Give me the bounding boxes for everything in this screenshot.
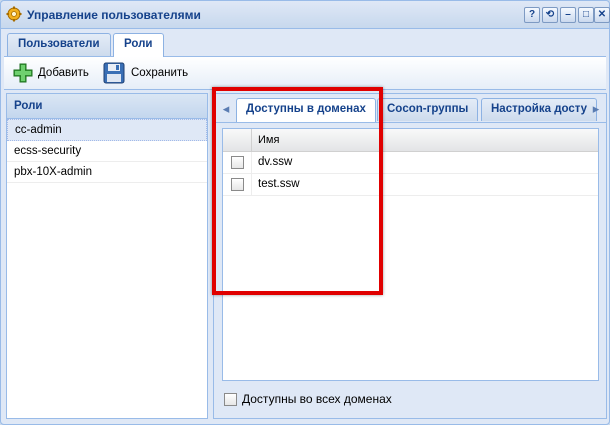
- tab-roles[interactable]: Роли: [113, 33, 164, 57]
- add-button-label: Добавить: [38, 67, 89, 79]
- floppy-disk-icon: [103, 62, 125, 84]
- column-header-name[interactable]: Имя: [258, 134, 279, 146]
- tab-scroll-left-icon[interactable]: ◂: [218, 98, 234, 120]
- role-details-panel: ◂ Доступны в доменах Cocon-группы Настро…: [213, 93, 607, 419]
- role-list-item[interactable]: cc-admin: [7, 119, 207, 141]
- window-titlebar[interactable]: Управление пользователями ? ⟲ – □ ✕: [1, 1, 610, 29]
- role-list-item[interactable]: pbx-10X-admin: [7, 162, 207, 183]
- tab-access-settings[interactable]: Настройка досту: [481, 98, 598, 121]
- role-list-item[interactable]: ecss-security: [7, 141, 207, 162]
- table-row[interactable]: test.ssw: [223, 174, 598, 196]
- domain-name-cell: dv.ssw: [258, 156, 293, 168]
- add-icon: [12, 62, 34, 84]
- table-row[interactable]: dv.ssw: [223, 152, 598, 174]
- toolbar: Добавить Сохранить: [4, 57, 606, 90]
- role-details-tab-strip: ◂ Доступны в доменах Cocon-группы Настро…: [214, 94, 606, 123]
- save-button[interactable]: Сохранить: [101, 62, 193, 84]
- grid-header: Имя: [223, 129, 598, 152]
- domain-name-cell: test.ssw: [258, 178, 300, 190]
- window-title: Управление пользователями: [27, 8, 201, 22]
- close-icon[interactable]: ✕: [594, 7, 610, 23]
- row-checkbox[interactable]: [231, 156, 244, 169]
- maximize-icon[interactable]: □: [578, 7, 594, 23]
- minimize-icon[interactable]: –: [560, 7, 576, 23]
- checkbox-cell: [223, 174, 252, 195]
- add-button[interactable]: Добавить: [10, 62, 92, 84]
- all-domains-checkbox[interactable]: [224, 393, 237, 406]
- gear-icon: [6, 6, 22, 22]
- tab-available-in-domains[interactable]: Доступны в доменах: [236, 98, 376, 122]
- roles-panel: Роли cc-admin ecss-security pbx-10X-admi…: [6, 93, 208, 419]
- domains-grid: Имя dv.ssw test.ssw: [222, 128, 599, 381]
- roles-panel-header: Роли: [7, 94, 207, 119]
- all-domains-label: Доступны во всех доменах: [242, 392, 392, 406]
- user-management-window: Управление пользователями ? ⟲ – □ ✕ Поль…: [0, 0, 610, 425]
- row-checkbox[interactable]: [231, 178, 244, 191]
- tab-users[interactable]: Пользователи: [7, 33, 111, 56]
- tab-cocon-groups[interactable]: Cocon-группы: [377, 98, 479, 121]
- checkbox-column-header: [223, 129, 252, 151]
- tab-scroll-right-icon[interactable]: ▸: [588, 98, 604, 120]
- save-button-label: Сохранить: [131, 67, 189, 79]
- main-tab-strip: Пользователи Роли: [4, 29, 606, 57]
- refresh-icon[interactable]: ⟲: [542, 7, 558, 23]
- checkbox-cell: [223, 152, 252, 173]
- help-icon[interactable]: ?: [524, 7, 540, 23]
